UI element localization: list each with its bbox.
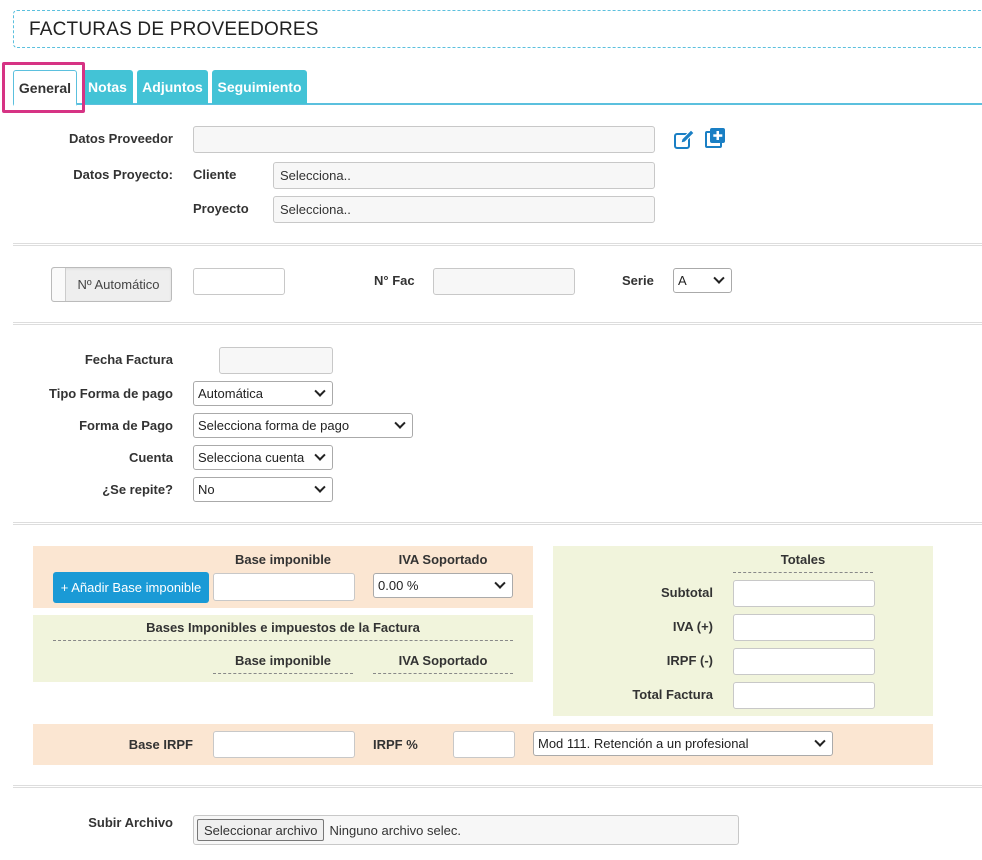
toggle-label: Nº Automático <box>77 277 160 292</box>
nfac-label: N° Fac <box>374 273 415 288</box>
base-irpf-input[interactable] <box>213 731 355 758</box>
forma-pago-value: Selecciona forma de pago <box>198 418 350 433</box>
proyecto-label: Datos Proyecto: <box>73 167 173 182</box>
choose-file-button[interactable]: Seleccionar archivo <box>197 819 325 841</box>
tab-general[interactable]: General <box>13 70 77 106</box>
irpf-pct-input[interactable] <box>453 731 515 758</box>
iva-value: 0.00 % <box>378 578 419 593</box>
proveedor-label: Datos Proveedor <box>68 131 173 146</box>
subtotal-input[interactable] <box>733 580 875 607</box>
repite-label: ¿Se repite? <box>102 482 173 497</box>
list-iva-header: IVA Soportado <box>398 653 488 668</box>
chevron-down-icon <box>394 417 406 429</box>
irpf-total-label: IRPF (-) <box>666 653 713 668</box>
auto-number-input[interactable] <box>193 268 285 295</box>
irpf-modelo-select[interactable]: Mod 111. Retención a un profesional <box>533 731 833 756</box>
divider <box>13 243 982 246</box>
divider <box>13 522 982 525</box>
repite-select[interactable]: No <box>193 477 333 502</box>
proveedor-input[interactable] <box>193 126 655 153</box>
upload-label: Subir Archivo <box>88 815 173 830</box>
file-status: Ninguno archivo selec. <box>329 822 461 838</box>
base-input[interactable] <box>213 573 355 601</box>
divider <box>373 673 513 674</box>
proyecto-field-label: Proyecto <box>193 201 249 216</box>
chevron-down-icon <box>713 272 725 284</box>
bases-list-title: Bases Imponibles e impuestos de la Factu… <box>146 620 420 635</box>
total-factura-input[interactable] <box>733 682 875 709</box>
chevron-down-icon <box>314 449 326 461</box>
tipo-pago-label: Tipo Forma de pago <box>49 386 173 401</box>
total-factura-label: Total Factura <box>632 687 713 702</box>
iva-total-label: IVA (+) <box>672 619 713 634</box>
tab-notas[interactable]: Notas <box>82 70 133 104</box>
irpf-modelo-value: Mod 111. Retención a un profesional <box>538 736 749 751</box>
chevron-down-icon <box>314 385 326 397</box>
cuenta-select[interactable]: Selecciona cuenta <box>193 445 333 470</box>
tipo-pago-select[interactable]: Automática <box>193 381 333 406</box>
irpf-pct-label: IRPF % <box>373 737 418 752</box>
divider <box>733 572 873 573</box>
cuenta-label: Cuenta <box>128 450 173 465</box>
tab-seguimiento[interactable]: Seguimiento <box>212 70 307 104</box>
divider <box>13 322 982 325</box>
base-irpf-label: Base IRPF <box>128 737 193 752</box>
chevron-down-icon <box>494 577 506 589</box>
forma-pago-label: Forma de Pago <box>79 418 173 433</box>
chevron-down-icon <box>814 735 826 747</box>
serie-select[interactable]: A <box>673 268 732 293</box>
tab-adjuntos[interactable]: Adjuntos <box>137 70 208 104</box>
repite-value: No <box>198 482 215 497</box>
cliente-label: Cliente <box>193 167 237 182</box>
subtotal-label: Subtotal <box>661 585 713 600</box>
tipo-pago-value: Automática <box>198 386 264 401</box>
proyecto-select[interactable]: Selecciona.. <box>273 196 655 223</box>
fecha-input[interactable] <box>219 347 333 374</box>
totals-title: Totales <box>780 552 826 567</box>
divider <box>213 673 353 674</box>
iva-col-header: IVA Soportado <box>398 552 488 567</box>
plus-square-icon[interactable] <box>703 126 727 150</box>
cuenta-value: Selecciona cuenta <box>198 450 305 465</box>
add-base-button[interactable]: + Añadir Base imponible <box>53 572 209 603</box>
serie-value: A <box>678 273 687 288</box>
base-col-header: Base imponible <box>234 552 332 567</box>
iva-select[interactable]: 0.00 % <box>373 573 513 598</box>
auto-number-toggle[interactable]: Nº Automático <box>51 267 172 302</box>
divider <box>53 640 513 641</box>
chevron-down-icon <box>314 481 326 493</box>
nfac-input[interactable] <box>433 268 575 295</box>
file-upload-field: Seleccionar archivo Ninguno archivo sele… <box>193 815 739 845</box>
irpf-total-input[interactable] <box>733 648 875 675</box>
serie-label: Serie <box>622 273 654 288</box>
toggle-knob <box>52 268 66 301</box>
list-base-header: Base imponible <box>234 653 332 668</box>
divider <box>13 785 982 788</box>
page-header: FACTURAS DE PROVEEDORES <box>13 10 982 48</box>
fecha-label: Fecha Factura <box>84 352 173 367</box>
iva-total-input[interactable] <box>733 614 875 641</box>
page-title: FACTURAS DE PROVEEDORES <box>29 19 319 40</box>
cliente-select[interactable]: Selecciona.. <box>273 162 655 189</box>
forma-pago-select[interactable]: Selecciona forma de pago <box>193 413 413 438</box>
edit-icon[interactable] <box>672 128 696 152</box>
